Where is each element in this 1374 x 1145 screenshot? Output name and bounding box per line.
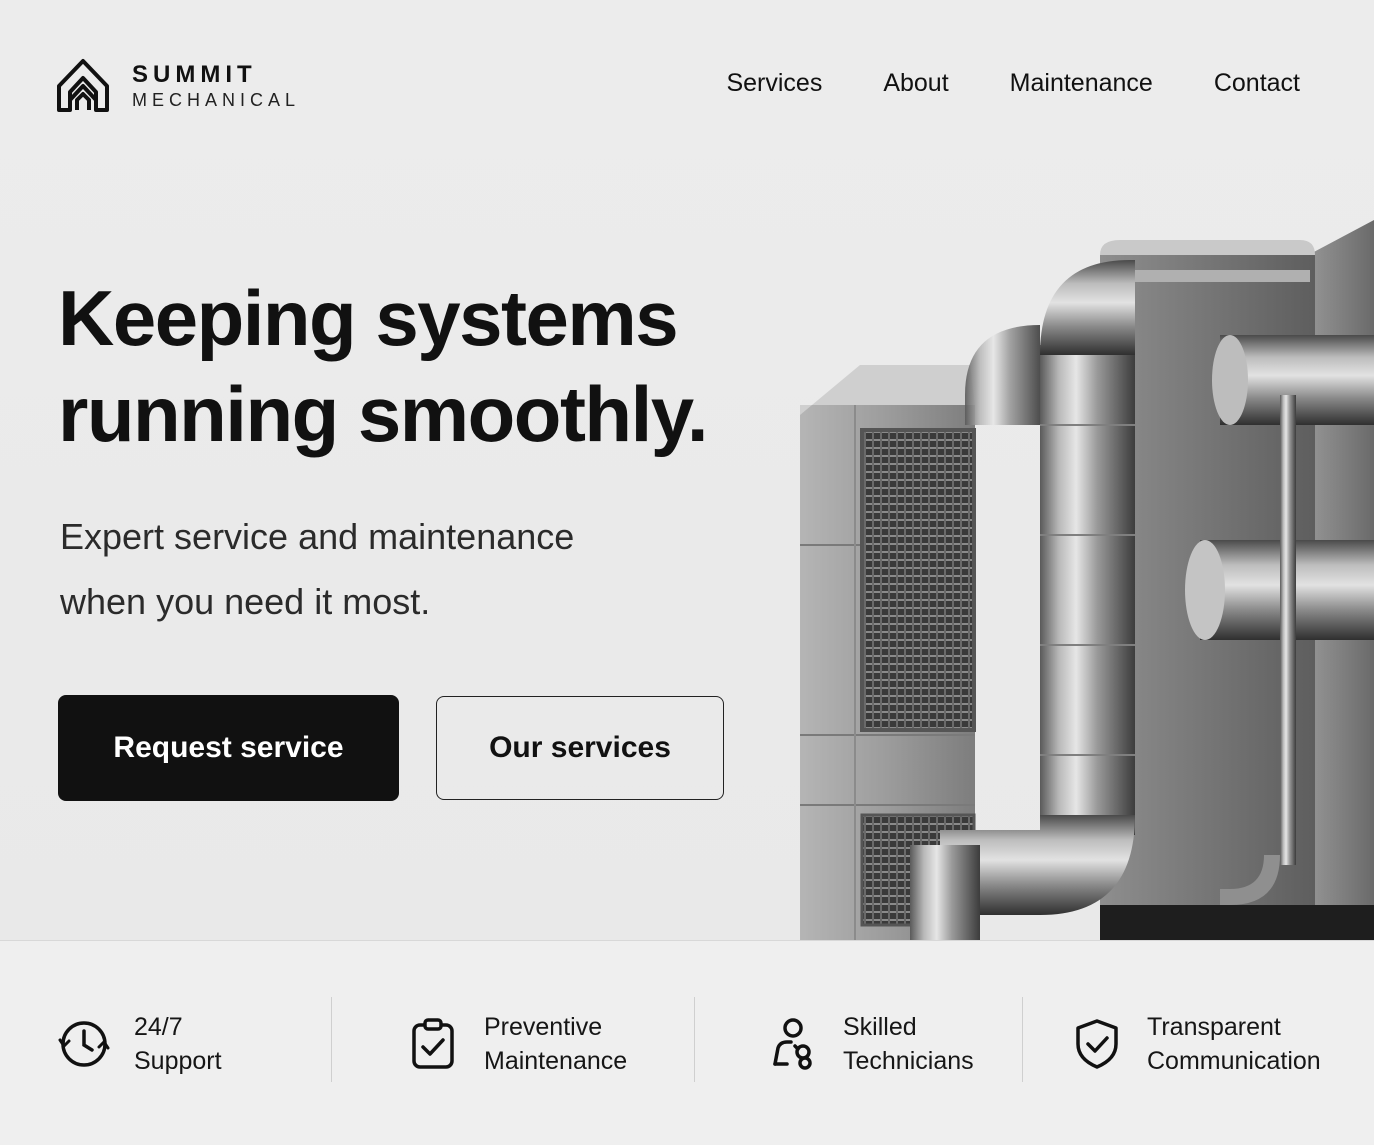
feature-label: 24/7 Support: [134, 1010, 354, 1078]
hero-subhead: Expert service and maintenance when you …: [60, 504, 680, 634]
headline-line-1: Keeping systems: [58, 274, 679, 362]
logo[interactable]: SUMMIT MECHANICAL: [56, 56, 300, 112]
nav-link-contact[interactable]: Contact: [1214, 68, 1300, 98]
clipboard-check-icon: [412, 1017, 454, 1069]
feature-line-1: 24/7: [134, 1012, 183, 1041]
technicians-icon: [773, 1017, 812, 1070]
feature-line-1: Transparent: [1147, 1012, 1281, 1041]
nav-link-services[interactable]: Services: [726, 68, 822, 98]
feature-line-2: Support: [134, 1046, 222, 1075]
brand-tagline: MECHANICAL: [132, 90, 301, 110]
subhead-line-1: Expert service and maintenance: [60, 516, 575, 557]
shield-check-icon: [1076, 1018, 1118, 1069]
feature-communication: Transparent Communication: [1069, 941, 1374, 1145]
feature-support: 24/7 Support: [56, 941, 354, 1145]
our-services-button[interactable]: Our services: [436, 696, 724, 800]
feature-line-2: Communication: [1147, 1046, 1321, 1075]
site-header: SUMMIT MECHANICAL Services About Mainten…: [0, 0, 1374, 170]
feature-line-2: Technicians: [843, 1046, 974, 1075]
main-nav: Services About Maintenance Contact: [726, 68, 1300, 98]
hvac-unit-image: [800, 220, 1374, 940]
nav-link-about[interactable]: About: [883, 68, 948, 98]
features-strip: 24/7 Support Preventive Maintenance Skil…: [0, 940, 1374, 1145]
feature-label: Preventive Maintenance: [484, 1010, 704, 1078]
divider: [331, 997, 332, 1082]
brand-name: SUMMIT: [132, 61, 257, 88]
clock-icon: [58, 1020, 110, 1067]
feature-line-1: Skilled: [843, 1012, 917, 1041]
feature-preventive: Preventive Maintenance: [406, 941, 704, 1145]
subhead-line-2: when you need it most.: [60, 581, 431, 622]
logo-text: SUMMIT MECHANICAL: [132, 61, 300, 111]
request-service-button[interactable]: Request service: [58, 695, 399, 801]
feature-line-2: Maintenance: [484, 1046, 628, 1075]
feature-line-1: Preventive: [484, 1012, 603, 1041]
logo-mark-icon: [57, 59, 109, 112]
feature-technicians: Skilled Technicians: [765, 941, 1063, 1145]
hero-headline: Keeping systems running smoothly.: [58, 270, 778, 462]
divider: [1022, 997, 1023, 1082]
divider: [694, 997, 695, 1082]
nav-link-maintenance[interactable]: Maintenance: [1010, 68, 1153, 98]
feature-label: Skilled Technicians: [843, 1010, 1063, 1078]
headline-line-2: running smoothly.: [58, 370, 709, 458]
page: SUMMIT MECHANICAL Services About Mainten…: [0, 0, 1374, 1145]
feature-label: Transparent Communication: [1147, 1010, 1374, 1078]
